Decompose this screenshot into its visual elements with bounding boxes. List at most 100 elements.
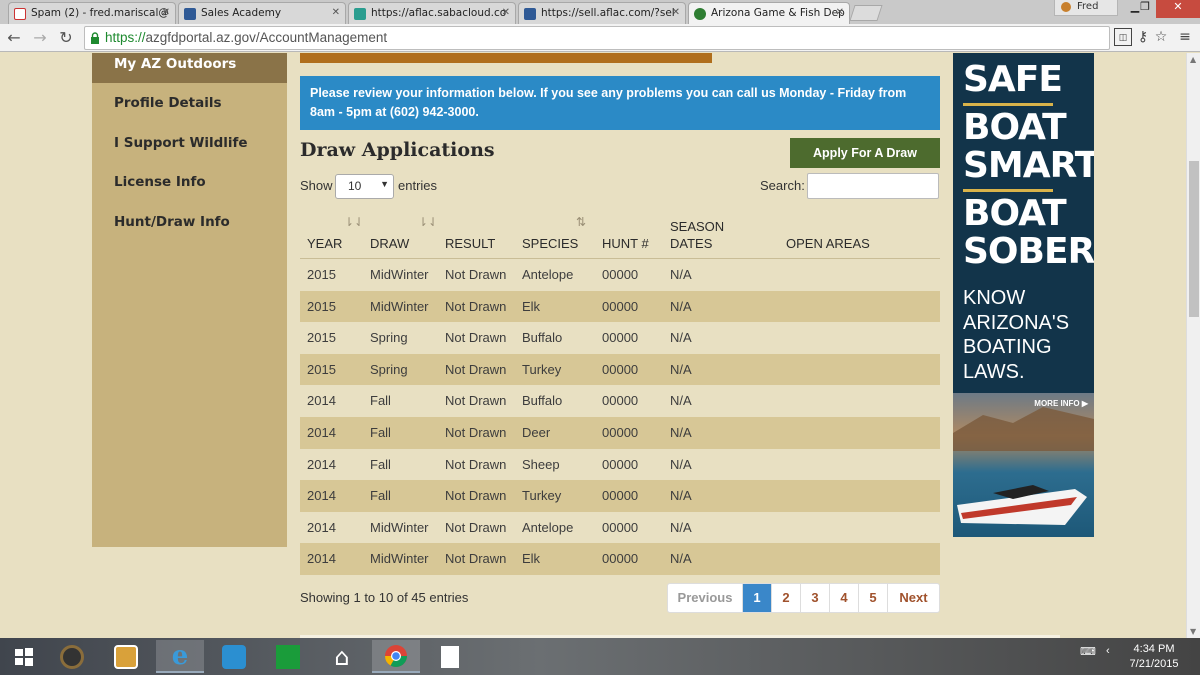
page-button[interactable]: 2 xyxy=(772,584,801,612)
cell-draw: MidWinter xyxy=(370,298,429,314)
system-clock[interactable]: 4:34 PM 7/21/2015 xyxy=(1124,642,1184,672)
browser-tab[interactable]: Sales Academy ✕ xyxy=(178,2,346,24)
col-season-dates[interactable]: SEASON DATES xyxy=(670,218,730,252)
boat-safe-ad[interactable]: SAFE BOAT SMART BOAT SOBER KNOW ARIZONA'… xyxy=(953,53,1094,537)
col-hunt-number[interactable]: HUNT # xyxy=(602,235,652,252)
sidebar-item-hunt-draw-info[interactable]: Hunt/Draw Info xyxy=(114,214,230,230)
sidebar-item-i-support-wildlife[interactable]: I Support Wildlife xyxy=(114,135,248,151)
cell-result: Not Drawn xyxy=(445,267,507,282)
scroll-down-icon[interactable]: ▼ xyxy=(1190,627,1196,636)
sidebar-item-license-info[interactable]: License Info xyxy=(114,174,206,190)
close-window-icon[interactable]: ✕ xyxy=(1156,0,1200,18)
col-result[interactable]: RESULT xyxy=(445,235,495,252)
search-label: Search: xyxy=(760,178,805,193)
maximize-icon[interactable]: ❐ xyxy=(1132,0,1158,18)
table-row: 2014 Fall Not Drawn Sheep 00000 N/A xyxy=(300,448,940,481)
camera-app-icon xyxy=(114,644,138,669)
show-hidden-icons[interactable]: ‹ xyxy=(1106,645,1110,657)
start-button[interactable] xyxy=(0,640,48,673)
taskbar-app[interactable] xyxy=(210,640,258,673)
aflac-icon xyxy=(524,8,536,20)
cell-hunt-number: 00000 xyxy=(602,361,639,377)
col-year[interactable]: YEAR xyxy=(307,235,342,252)
cell-year: 2014 xyxy=(307,393,336,409)
cell-draw: Spring xyxy=(370,361,408,377)
new-tab-button[interactable] xyxy=(849,5,883,21)
info-notice: Please review your information below. If… xyxy=(300,76,940,130)
taskbar-app[interactable] xyxy=(372,640,420,673)
page-scrollbar[interactable]: ▲ ▼ xyxy=(1186,53,1200,638)
taskbar-app[interactable]: e xyxy=(156,640,204,673)
cell-season-dates: N/A xyxy=(670,361,692,377)
close-tab-icon[interactable]: ✕ xyxy=(332,7,340,18)
clock-time: 4:34 PM xyxy=(1133,643,1175,655)
col-species[interactable]: SPECIES xyxy=(522,235,578,252)
taskbar-app[interactable] xyxy=(264,640,312,673)
previous-page-button[interactable]: Previous xyxy=(668,584,743,612)
page-button[interactable]: 4 xyxy=(830,584,859,612)
table-row: 2014 MidWinter Not Drawn Elk 00000 N/A xyxy=(300,543,940,575)
sort-asc-icon[interactable]: ⇂⇃ xyxy=(418,215,438,229)
ad-divider xyxy=(963,103,1053,106)
page-length-select[interactable]: 10 ▼ xyxy=(335,174,394,199)
next-page-button[interactable]: Next xyxy=(888,584,939,612)
close-tab-icon[interactable]: ✕ xyxy=(836,7,844,18)
close-tab-icon[interactable]: ✕ xyxy=(502,7,510,18)
more-info-link[interactable]: MORE INFO ▶ xyxy=(1034,399,1088,408)
cell-season-dates: N/A xyxy=(670,424,692,440)
cell-year: 2014 xyxy=(307,519,336,535)
browser-tab[interactable]: https://sell.aflac.com/?sel ✕ xyxy=(518,2,686,24)
keyboard-icon[interactable]: ⌨ xyxy=(1080,645,1096,658)
back-icon[interactable]: ← xyxy=(4,28,24,48)
cell-season-dates: N/A xyxy=(670,519,692,535)
search-input[interactable] xyxy=(807,173,939,199)
table-body: 2015 MidWinter Not Drawn Antelope 00000 N/A 20… xyxy=(300,259,940,575)
cell-result: Not Drawn xyxy=(445,519,507,535)
page-button[interactable]: 5 xyxy=(859,584,888,612)
cell-season-dates: N/A xyxy=(670,551,692,567)
taskbar-app[interactable] xyxy=(426,640,474,673)
col-open-areas[interactable]: OPEN AREAS xyxy=(786,235,870,252)
promo-banner[interactable] xyxy=(300,53,712,63)
clock-date: 7/21/2015 xyxy=(1129,658,1179,670)
cell-result: Not Drawn xyxy=(445,298,507,314)
apply-for-draw-button[interactable]: Apply For A Draw xyxy=(790,138,940,168)
chrome-icon xyxy=(385,644,407,667)
forward-icon[interactable]: → xyxy=(30,28,50,48)
cell-year: 2015 xyxy=(307,298,336,314)
cell-species: Antelope xyxy=(522,519,574,535)
key-icon[interactable]: ⚷ xyxy=(1134,28,1152,46)
taskbar-app[interactable] xyxy=(48,640,96,673)
browser-tab[interactable]: https://aflac.sabacloud.co ✕ xyxy=(348,2,516,24)
page-button[interactable]: 3 xyxy=(801,584,830,612)
star-icon[interactable]: ☆ xyxy=(1152,28,1170,46)
cell-species: Turkey xyxy=(522,361,562,377)
close-tab-icon[interactable]: ✕ xyxy=(162,7,170,18)
ad-headline: SAFE xyxy=(963,59,1063,100)
sidebar-item-profile-details[interactable]: Profile Details xyxy=(114,95,222,111)
extension-icon[interactable]: ◫ xyxy=(1114,28,1132,46)
taskbar-app[interactable]: ⌂ xyxy=(318,640,366,673)
sort-icon[interactable]: ⇅ xyxy=(576,215,586,229)
cell-species: Buffalo xyxy=(522,330,563,346)
close-tab-icon[interactable]: ✕ xyxy=(672,7,680,18)
browser-tab-active[interactable]: Arizona Game & Fish Dep ✕ xyxy=(688,2,850,25)
cell-result: Not Drawn xyxy=(445,488,507,504)
profile-button[interactable]: Fred xyxy=(1054,0,1118,16)
reload-icon[interactable]: ↻ xyxy=(56,28,76,48)
sidebar-item-my-az-outdoors[interactable]: My AZ Outdoors xyxy=(92,53,287,83)
table-row: 2015 MidWinter Not Drawn Antelope 00000 N/A xyxy=(300,259,940,291)
address-bar[interactable]: https://azgfdportal.az.gov/AccountManage… xyxy=(84,26,1110,50)
taskbar-app[interactable] xyxy=(102,640,150,673)
scroll-up-icon[interactable]: ▲ xyxy=(1190,55,1196,64)
cell-result: Not Drawn xyxy=(445,393,507,409)
table-info: Showing 1 to 10 of 45 entries xyxy=(300,590,469,605)
more-info-label: MORE INFO xyxy=(1034,399,1080,408)
browser-tab[interactable]: Spam (2) - fred.mariscal@ ✕ xyxy=(8,2,176,24)
scrollbar-thumb[interactable] xyxy=(1189,161,1199,317)
menu-icon[interactable]: ≡ xyxy=(1176,28,1194,46)
page-button[interactable]: 1 xyxy=(743,584,772,612)
ad-headline: SOBER xyxy=(963,231,1094,272)
col-draw[interactable]: DRAW xyxy=(370,235,409,252)
sort-desc-icon[interactable]: ⇂⇃ xyxy=(344,215,364,229)
